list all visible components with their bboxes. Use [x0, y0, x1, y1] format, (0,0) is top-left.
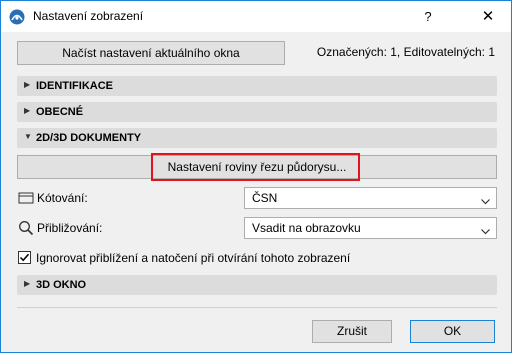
dimensioning-label: Kótování: [37, 191, 88, 205]
section-general[interactable]: ▶ OBECNÉ [17, 102, 497, 122]
archicad-icon [9, 9, 25, 25]
dimensioning-select[interactable]: ČSN [244, 187, 497, 209]
selection-status: Označených: 1, Editovatelných: 1 [316, 45, 495, 59]
load-current-window-settings-button[interactable]: Načíst nastavení aktuálního okna [17, 41, 285, 65]
triangle-right-icon: ▶ [24, 106, 31, 115]
section-3d-window-label: 3D OKNO [36, 279, 87, 291]
title-bar: Nastavení zobrazení ? ✕ [1, 1, 511, 32]
ignore-zoom-label[interactable]: Ignorovat přiblížení a natočení při otví… [36, 251, 350, 265]
chevron-down-icon [481, 224, 490, 235]
dialog-window: Nastavení zobrazení ? ✕ Načíst nastavení… [0, 0, 512, 353]
highlight-box [151, 153, 360, 181]
section-identification-label: IDENTIFIKACE [36, 80, 113, 92]
dimension-icon [18, 190, 34, 206]
section-identification[interactable]: ▶ IDENTIFIKACE [17, 76, 497, 96]
magnifier-icon [18, 220, 34, 236]
zoom-value: Vsadit na obrazovku [252, 221, 361, 235]
help-button[interactable]: ? [417, 6, 439, 28]
section-2d3d-documents[interactable]: ▼ 2D/3D DOKUMENTY [17, 128, 497, 148]
section-3d-window[interactable]: ▶ 3D OKNO [17, 275, 497, 295]
close-button[interactable]: ✕ [471, 5, 505, 29]
zoom-select[interactable]: Vsadit na obrazovku [244, 217, 497, 239]
cancel-button[interactable]: Zrušit [312, 320, 392, 343]
ignore-zoom-checkbox[interactable] [18, 251, 31, 264]
footer-divider [17, 307, 497, 308]
zoom-label: Přibližování: [37, 221, 103, 235]
chevron-down-icon [481, 194, 490, 205]
triangle-down-icon: ▼ [24, 132, 32, 141]
triangle-right-icon: ▶ [24, 279, 31, 288]
ok-button[interactable]: OK [410, 320, 495, 343]
section-general-label: OBECNÉ [36, 106, 84, 118]
section-2d3d-documents-label: 2D/3D DOKUMENTY [36, 132, 142, 144]
triangle-right-icon: ▶ [24, 80, 31, 89]
window-title: Nastavení zobrazení [33, 9, 144, 23]
dimensioning-value: ČSN [252, 191, 278, 205]
